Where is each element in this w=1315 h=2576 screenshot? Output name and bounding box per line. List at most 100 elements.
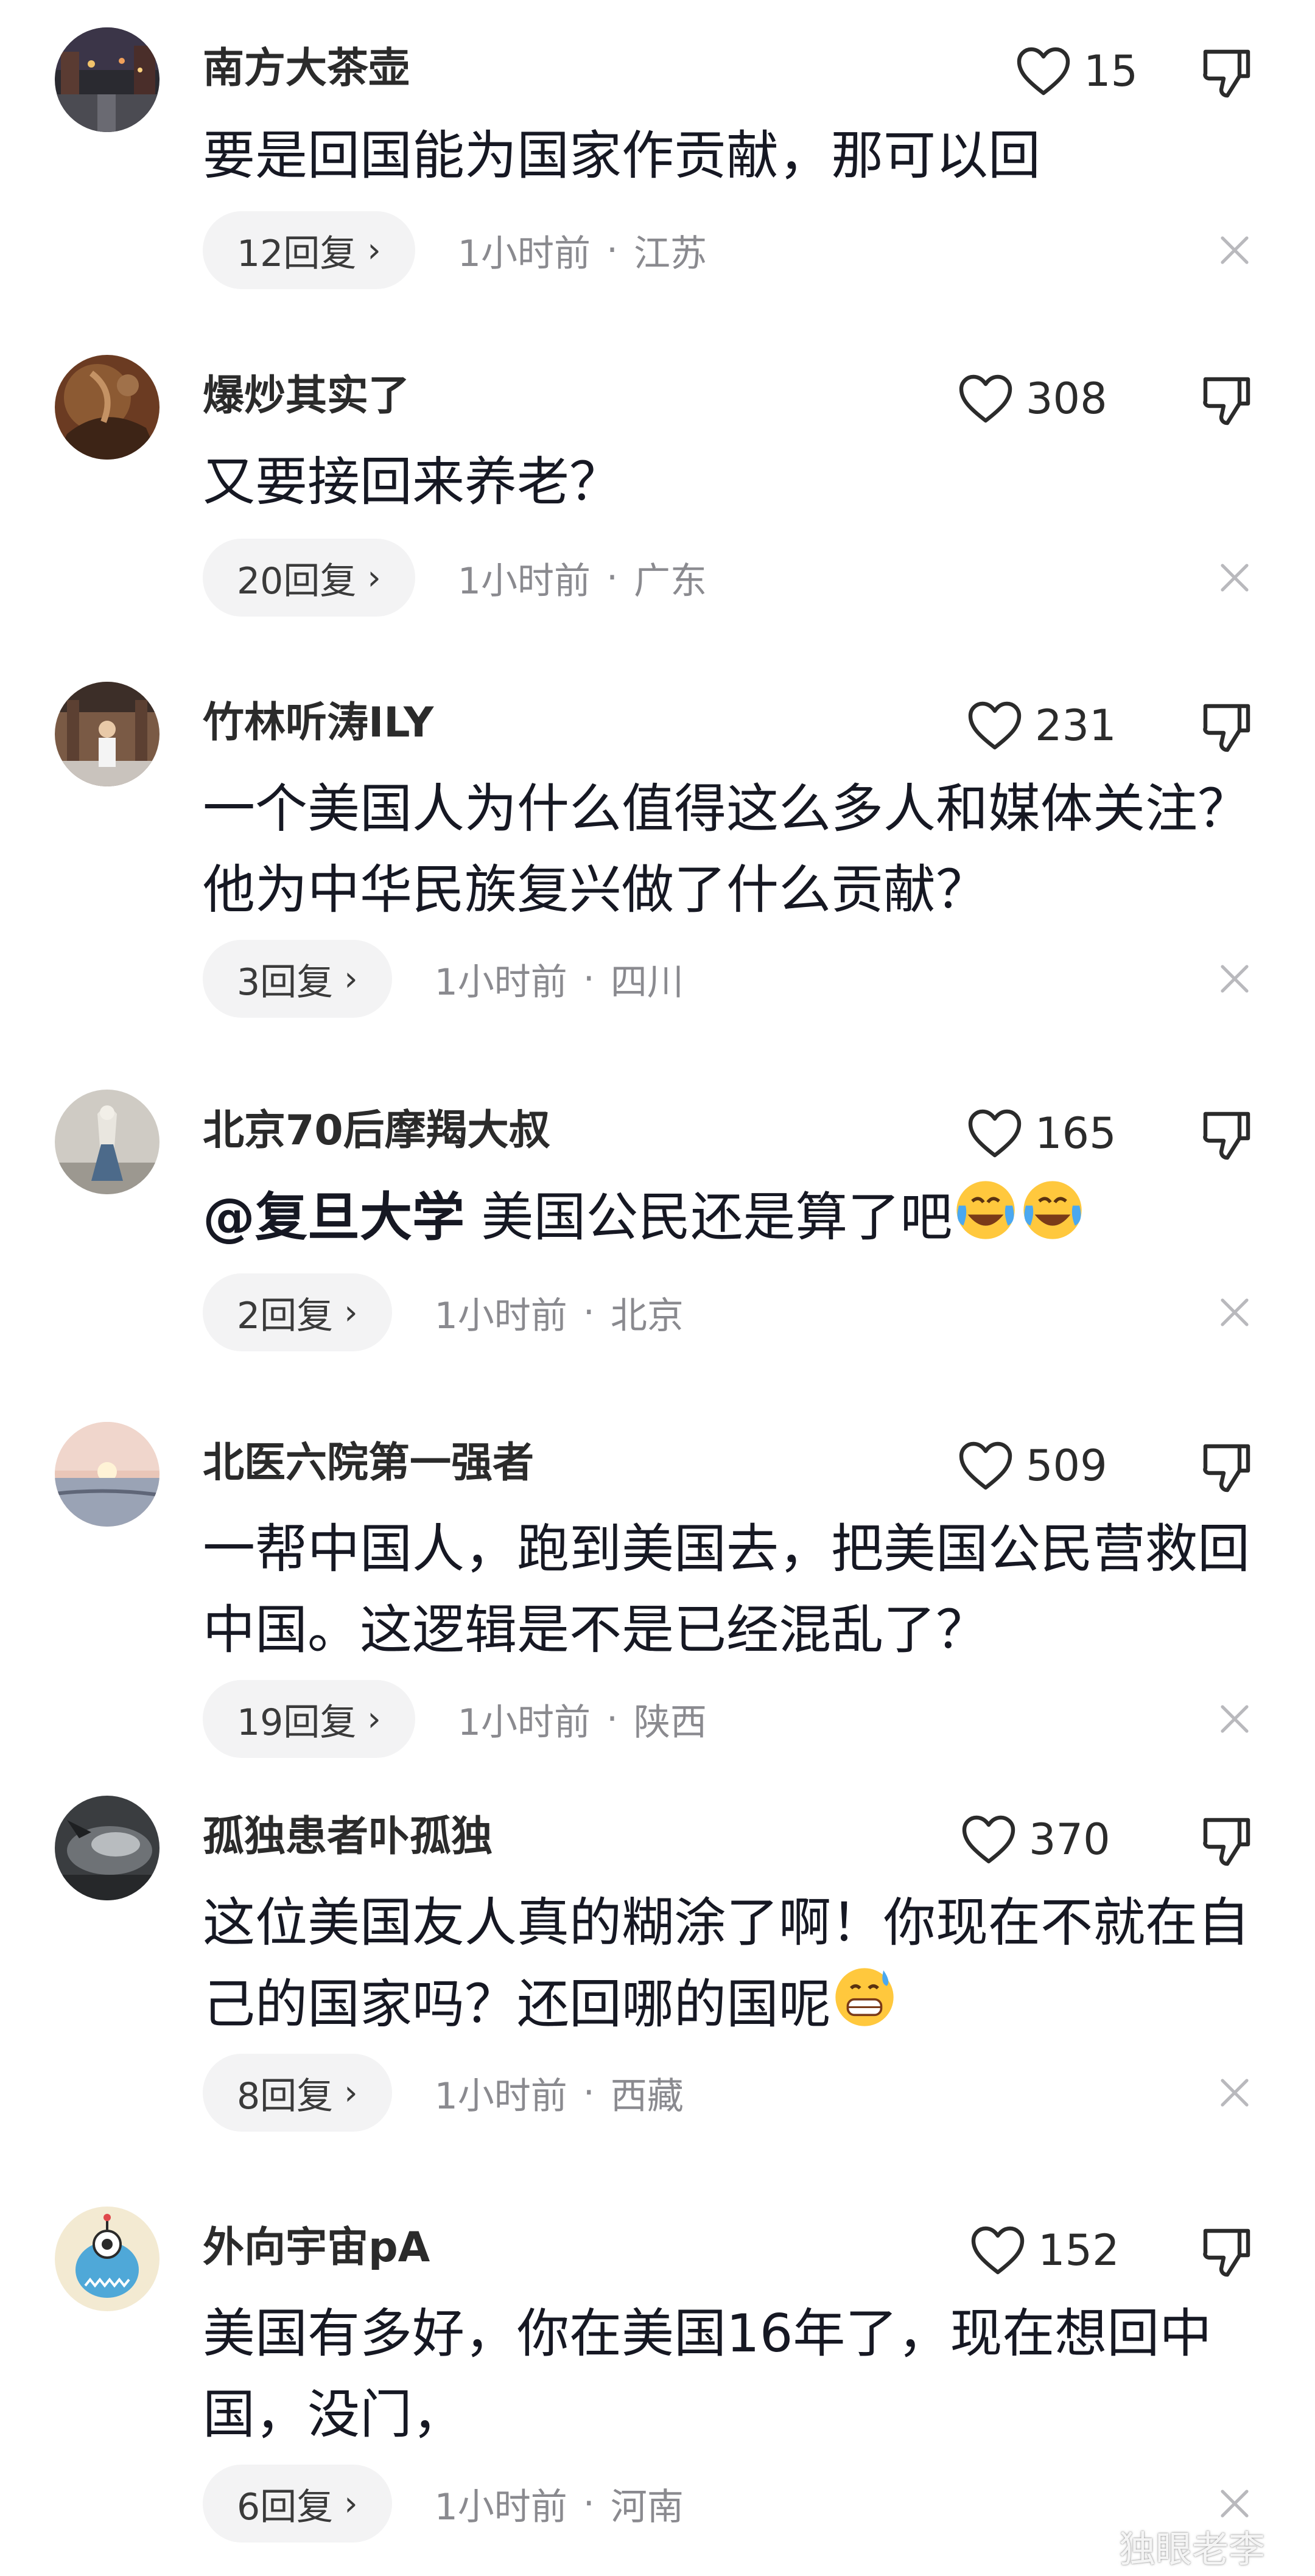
- close-icon[interactable]: [1216, 2074, 1253, 2111]
- username[interactable]: 外向宇宙pA: [203, 2217, 430, 2278]
- like-button[interactable]: 509: [958, 1437, 1107, 1495]
- separator-dot: ·: [606, 1698, 619, 1740]
- heart-icon: [959, 1441, 1012, 1490]
- comment-line: 这位美国友人真的糊涂了啊！你现在不就在自: [203, 1892, 1250, 1953]
- username[interactable]: 竹林听涛ILY: [203, 693, 433, 754]
- location: 陕西: [634, 1701, 707, 1744]
- close-icon[interactable]: [1216, 961, 1253, 997]
- comment-line-text: 己的国家吗？还回哪的国呢: [203, 1974, 831, 2035]
- avatar-image: [55, 1422, 160, 1527]
- thumbs-down-icon: [1203, 49, 1250, 98]
- chevron-right-icon: ›: [344, 959, 358, 999]
- avatar[interactable]: [55, 1422, 160, 1527]
- dislike-button[interactable]: [1198, 2224, 1254, 2280]
- avatar[interactable]: [55, 2207, 160, 2311]
- chevron-right-icon: ›: [367, 558, 381, 598]
- close-icon[interactable]: [1216, 2485, 1253, 2522]
- dislike-button[interactable]: [1198, 372, 1254, 428]
- replies-count: 6回复: [237, 2485, 334, 2529]
- location: 江苏: [634, 232, 707, 275]
- username[interactable]: 北京70后摩羯大叔: [203, 1101, 550, 1161]
- dislike-button[interactable]: [1198, 44, 1254, 100]
- username[interactable]: 孤独患者卟孤独: [203, 1807, 493, 1867]
- comment-text: 一个美国人为什么值得这么多人和媒体关注？ 他为中华民族复兴做了什么贡献？: [203, 769, 1286, 931]
- comment-meta: 12回复 › 1小时前 · 江苏: [203, 211, 707, 289]
- like-button[interactable]: 15: [1015, 42, 1138, 100]
- thumbs-down-icon: [1203, 2228, 1250, 2277]
- like-button[interactable]: 165: [967, 1104, 1117, 1163]
- like-count: 509: [1026, 1441, 1107, 1491]
- separator-dot: ·: [583, 957, 595, 1000]
- like-button[interactable]: 370: [961, 1810, 1110, 1869]
- comment-line: 要是回国能为国家作贡献，那可以回: [203, 125, 1040, 186]
- dislike-button[interactable]: [1198, 1439, 1254, 1495]
- separator-dot: ·: [583, 2071, 595, 2114]
- separator-dot: ·: [583, 1291, 595, 1334]
- thumbs-down-icon: [1203, 377, 1250, 425]
- like-count: 165: [1035, 1108, 1117, 1158]
- timestamp: 1小时前: [434, 961, 567, 1004]
- avatar[interactable]: [55, 1796, 160, 1900]
- location: 西藏: [610, 2074, 684, 2118]
- comment-line-text: 美国公民还是算了吧: [481, 1187, 953, 1248]
- like-button[interactable]: 308: [958, 369, 1107, 428]
- replies-button[interactable]: 6回复 ›: [203, 2465, 392, 2543]
- chevron-right-icon: ›: [344, 2073, 358, 2113]
- like-count: 231: [1035, 701, 1117, 751]
- replies-button[interactable]: 8回复 ›: [203, 2054, 392, 2132]
- comment-line: 他为中华民族复兴做了什么贡献？: [203, 859, 988, 920]
- timestamp: 1小时前: [434, 2074, 567, 2118]
- close-icon[interactable]: [1216, 559, 1253, 596]
- thumbs-down-icon: [1203, 1818, 1250, 1866]
- replies-count: 3回复: [237, 961, 334, 1004]
- avatar[interactable]: [55, 27, 160, 132]
- like-button[interactable]: 152: [970, 2221, 1120, 2280]
- comment-text: 一帮中国人，跑到美国去，把美国公民营救回 中国。这逻辑是不是已经混乱了？: [203, 1509, 1286, 1671]
- laughing-crying-emoji: [952, 1177, 1019, 1244]
- heart-icon: [971, 2226, 1025, 2275]
- like-button[interactable]: 231: [967, 696, 1117, 755]
- comment-line: 中国。这逻辑是不是已经混乱了？: [203, 1600, 988, 1661]
- chevron-right-icon: ›: [367, 230, 381, 270]
- thumbs-down-icon: [1203, 1444, 1250, 1493]
- heart-icon: [1017, 47, 1070, 96]
- grin-sweat-emoji: [831, 1964, 898, 2031]
- dislike-button[interactable]: [1198, 1813, 1254, 1869]
- mention-link[interactable]: @复旦大学: [203, 1187, 465, 1248]
- heart-icon: [962, 1815, 1015, 1864]
- replies-count: 2回复: [237, 1294, 334, 1337]
- comment-text: @复旦大学 美国公民还是算了吧: [203, 1177, 1286, 1258]
- avatar[interactable]: [55, 355, 160, 460]
- replies-button[interactable]: 20回复 ›: [203, 539, 415, 617]
- dislike-button[interactable]: [1198, 699, 1254, 755]
- dislike-button[interactable]: [1198, 1107, 1254, 1163]
- replies-button[interactable]: 12回复 ›: [203, 211, 415, 289]
- timestamp: 1小时前: [457, 559, 591, 603]
- comment-meta: 19回复 › 1小时前 · 陕西: [203, 1680, 707, 1758]
- avatar[interactable]: [55, 682, 160, 786]
- close-icon[interactable]: [1216, 1294, 1253, 1331]
- heart-icon: [959, 374, 1012, 423]
- replies-button[interactable]: 2回复 ›: [203, 1273, 392, 1351]
- replies-button[interactable]: 3回复 ›: [203, 940, 392, 1018]
- comment-line: 己的国家吗？还回哪的国呢: [203, 1964, 1286, 2045]
- replies-count: 12回复: [237, 232, 357, 275]
- close-icon[interactable]: [1216, 1701, 1253, 1737]
- separator-dot: ·: [606, 556, 619, 599]
- comment-feed: 南方大茶壶 15 要是回国能为国家作贡献，那可以回 12回复 › 1小时前 · …: [0, 0, 1315, 2576]
- avatar[interactable]: [55, 1090, 160, 1194]
- avatar-image: [55, 355, 160, 460]
- replies-button[interactable]: 19回复 ›: [203, 1680, 415, 1758]
- username[interactable]: 南方大茶壶: [203, 38, 410, 99]
- separator-dot: ·: [583, 2482, 595, 2525]
- thumbs-down-icon: [1203, 1111, 1250, 1160]
- avatar-image: [55, 682, 160, 786]
- comment-text: 美国有多好，你在美国16年了，现在想回中 国，没门，: [203, 2294, 1286, 2455]
- timestamp: 1小时前: [434, 2485, 567, 2529]
- close-icon[interactable]: [1216, 232, 1253, 268]
- replies-count: 19回复: [237, 1701, 357, 1744]
- username[interactable]: 北医六院第一强者: [203, 1433, 534, 1494]
- comment-meta: 3回复 › 1小时前 · 四川: [203, 940, 684, 1018]
- avatar-image: [55, 1796, 160, 1900]
- username[interactable]: 爆炒其实了: [203, 366, 410, 427]
